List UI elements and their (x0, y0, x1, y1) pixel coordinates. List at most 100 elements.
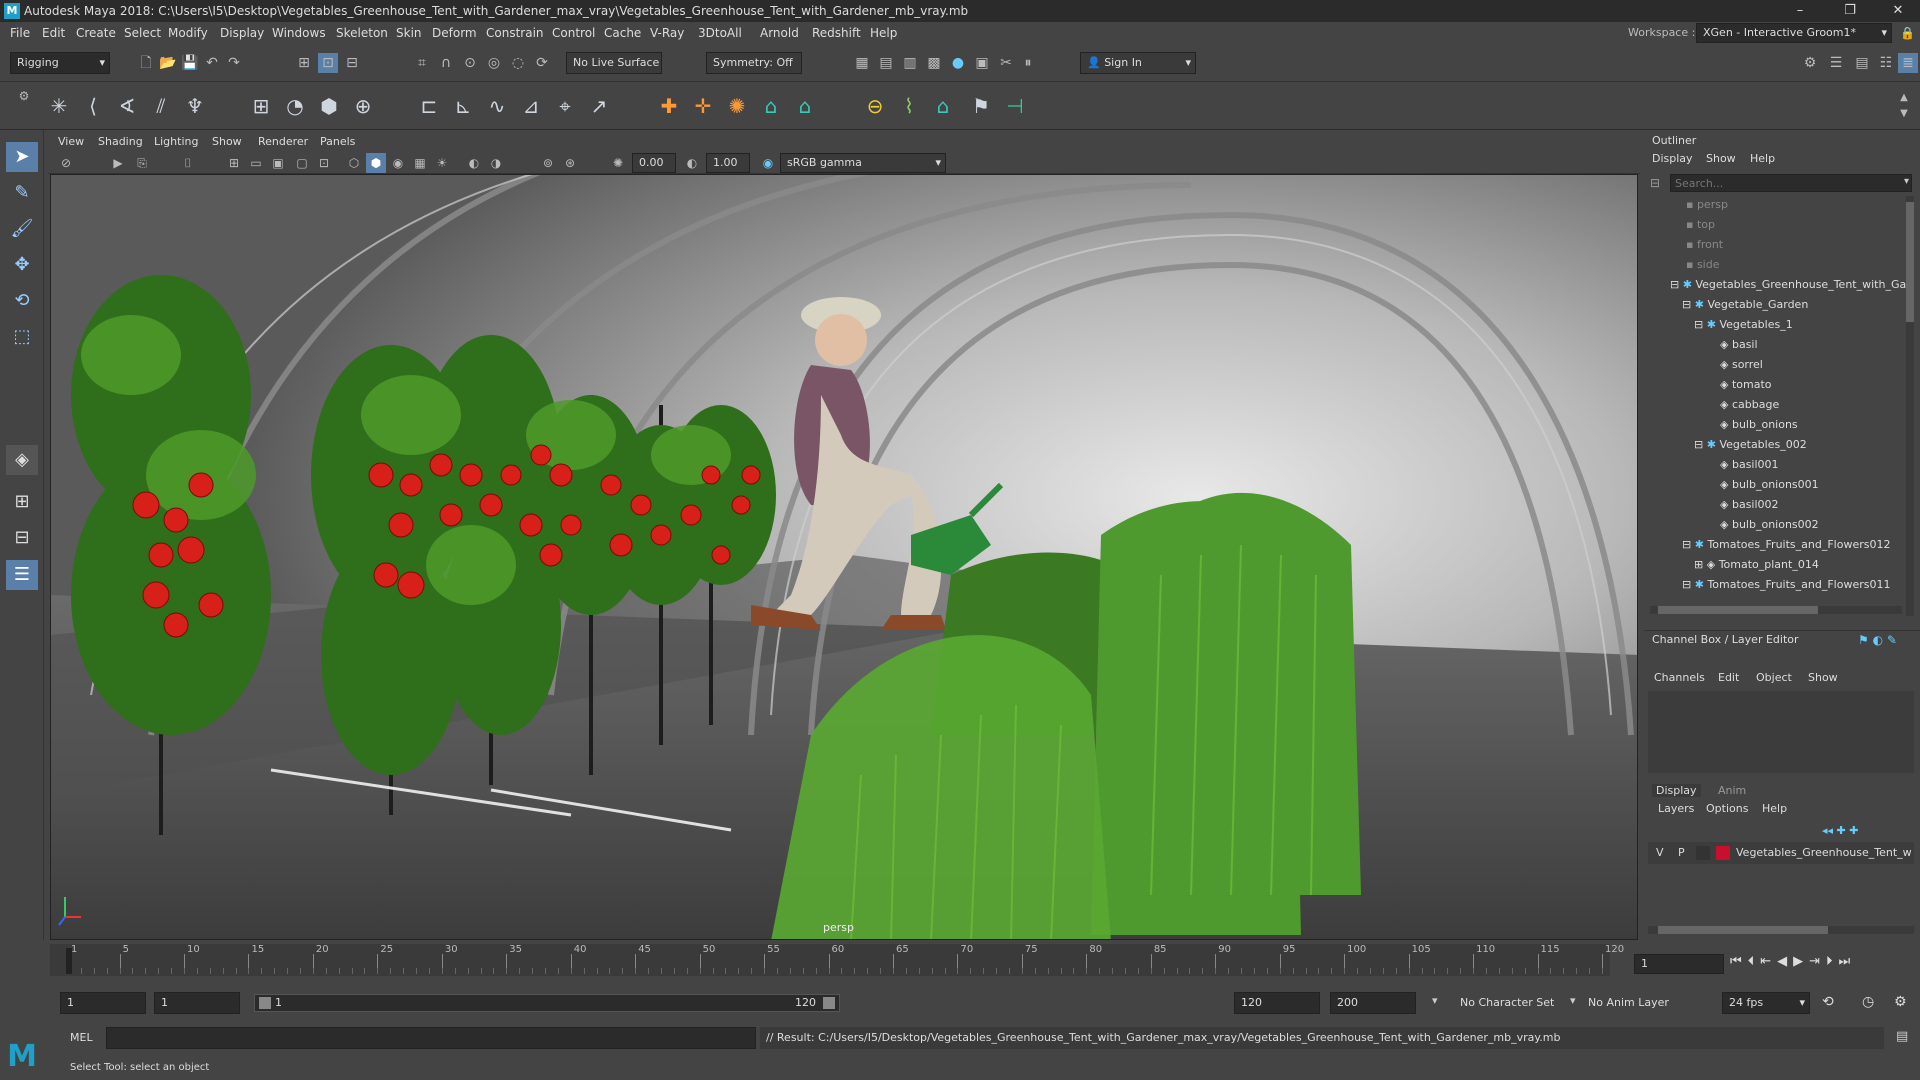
select-hierarchy-icon[interactable]: ⊞ (294, 53, 314, 73)
resolution-gate-icon[interactable]: ▣ (268, 153, 288, 173)
outliner-item[interactable]: ▪ front (1686, 238, 1723, 251)
blend-shape-icon[interactable]: ⊖ (860, 91, 890, 121)
menu-help[interactable]: Help (870, 22, 897, 44)
prev-key-icon[interactable]: ⇤ (1760, 954, 1777, 969)
set-driven-key-icon[interactable]: ⌂ (928, 91, 958, 121)
layer-visibility-toggle[interactable]: V (1656, 846, 1664, 859)
render-settings-icon[interactable]: ▥ (900, 53, 920, 73)
render-view-icon[interactable]: ● (948, 53, 968, 73)
menu-deform[interactable]: Deform (432, 22, 477, 44)
bookmark-icon[interactable]: ⎘ (132, 153, 152, 173)
vp-menu-show[interactable]: Show (212, 132, 242, 152)
menu-create[interactable]: Create (76, 22, 116, 44)
minimize-button[interactable]: – (1780, 0, 1820, 22)
film-gate-icon[interactable]: ▭ (246, 153, 266, 173)
shelf-options-icon[interactable]: ⚙ (14, 86, 34, 106)
tool-settings-icon[interactable]: ▤ (1852, 53, 1872, 73)
next-key-icon[interactable]: ⇥ (1809, 954, 1826, 969)
vp-menu-lighting[interactable]: Lighting (154, 132, 198, 152)
outliner-scrollbar[interactable] (1906, 196, 1914, 616)
parent-constraint-icon[interactable]: ⊏ (414, 91, 444, 121)
layer-menu-help[interactable]: Help (1762, 802, 1787, 815)
snap-curve-icon[interactable]: ∩ (436, 53, 456, 73)
grid-icon[interactable]: ⊞ (224, 153, 244, 173)
xray-icon[interactable]: ⊛ (560, 153, 580, 173)
ipr-render-icon[interactable]: ▤ (876, 53, 896, 73)
menuset-dropdown[interactable]: Rigging ▾ (10, 52, 110, 74)
outliner-item[interactable]: ▪ top (1686, 218, 1715, 231)
shadows-icon[interactable]: ◐ (464, 153, 484, 173)
layer-editor-icon[interactable]: ≣ (1898, 53, 1918, 73)
layer-hscroll-thumb[interactable] (1658, 926, 1828, 934)
layer-color-swatch[interactable] (1716, 846, 1730, 860)
close-button[interactable]: ✕ (1878, 0, 1918, 22)
deformer-b-icon[interactable]: ⌂ (790, 91, 820, 121)
current-time-indicator[interactable] (66, 948, 72, 974)
select-object-icon[interactable]: ⊡ (318, 53, 338, 73)
four-view-layout-icon[interactable]: ⊞ (6, 487, 38, 517)
ik-spline-icon[interactable]: ∢ (112, 91, 142, 121)
layer-actions-icon[interactable]: ◂◂ ✚ ✚ (1822, 824, 1858, 837)
lasso-tool-icon[interactable]: ✎ (6, 178, 38, 208)
outliner-item[interactable]: ⊟ ✱ Vegetables_1 (1694, 318, 1793, 331)
menu-skeleton[interactable]: Skeleton (336, 22, 388, 44)
menu-skin[interactable]: Skin (396, 22, 422, 44)
outliner-item[interactable]: ⊟ ✱ Tomatoes_Fruits_and_Flowers011 (1682, 578, 1890, 591)
shelf-scroll-down-icon[interactable]: ▼ (1894, 104, 1914, 124)
maximize-button[interactable]: ❐ (1830, 0, 1870, 22)
vp-menu-view[interactable]: View (58, 132, 84, 152)
scale-constraint-icon[interactable]: ⊿ (516, 91, 546, 121)
open-scene-icon[interactable]: 📂 (158, 53, 178, 73)
layer-hscrollbar[interactable] (1648, 926, 1914, 934)
wrap-icon[interactable]: ⌇ (894, 91, 924, 121)
wireframe-on-shaded-icon[interactable]: ◉ (388, 153, 408, 173)
channel-box-icon[interactable]: ☷ (1876, 53, 1896, 73)
outliner-item[interactable]: ◈ tomato (1720, 378, 1772, 391)
outliner-menu-help[interactable]: Help (1750, 152, 1775, 165)
select-component-icon[interactable]: ⊟ (342, 53, 362, 73)
anim-layer-dropdown[interactable]: No Anim Layer (1588, 996, 1669, 1009)
undo-icon[interactable]: ↶ (202, 53, 222, 73)
cluster-icon[interactable]: ⊕ (348, 91, 378, 121)
channelbox-menu-show[interactable]: Show (1808, 671, 1838, 684)
menu-3dtoall[interactable]: 3DtoAll (698, 22, 742, 44)
outliner-item[interactable]: ⊟ ✱ Tomatoes_Fruits_and_Flowers012 (1682, 538, 1890, 551)
ik-handle-icon[interactable]: ⟨ (78, 91, 108, 121)
isolate-select-icon[interactable]: ⊚ (538, 153, 558, 173)
outliner-item[interactable]: ◈ bulb_onions002 (1720, 518, 1819, 531)
menu-display[interactable]: Display (220, 22, 264, 44)
menu-constrain[interactable]: Constrain (486, 22, 544, 44)
single-perspective-layout-icon[interactable]: ◈ (6, 445, 38, 475)
select-tool-icon[interactable]: ➤ (6, 142, 38, 172)
outliner-item[interactable]: ⊟ ✱ Vegetables_Greenhouse_Tent_with_Gar (1670, 278, 1911, 291)
deformer-a-icon[interactable]: ⌂ (756, 91, 786, 121)
hold-pose-icon[interactable]: ⊣ (1000, 91, 1030, 121)
anim-layer-chevron-icon[interactable]: ▾ (1570, 994, 1576, 1007)
select-camera-icon[interactable]: ⊘ (56, 153, 76, 173)
layer-playback-toggle[interactable]: P (1678, 846, 1685, 859)
move-tool-icon[interactable]: ✥ (6, 250, 38, 280)
auto-key-icon[interactable]: ◷ (1862, 994, 1874, 1010)
outliner-item[interactable]: ▪ side (1686, 258, 1720, 271)
attribute-editor-icon[interactable]: ☰ (1826, 53, 1846, 73)
snap-grid-icon[interactable]: ⌗ (412, 53, 432, 73)
channelbox-menu-channels[interactable]: Channels (1654, 671, 1705, 684)
save-scene-icon[interactable]: 💾 (180, 53, 200, 73)
outliner-item[interactable]: ◈ basil (1720, 338, 1758, 351)
menu-vray[interactable]: V-Ray (650, 22, 684, 44)
exposure-icon[interactable]: ✺ (608, 153, 628, 173)
signin-dropdown[interactable]: 👤 Sign In ▾ (1080, 52, 1196, 74)
menu-select[interactable]: Select (124, 22, 161, 44)
outliner-item[interactable]: ◈ bulb_onions001 (1720, 478, 1819, 491)
paint-select-tool-icon[interactable]: 🖌 (6, 214, 38, 244)
snap-view-icon[interactable]: ◎ (484, 53, 504, 73)
script-editor-icon[interactable]: ▤ (1896, 1029, 1908, 1044)
perspective-viewport[interactable]: persp (50, 174, 1638, 940)
outliner-menu-show[interactable]: Show (1706, 152, 1736, 165)
layer-tab-anim[interactable]: Anim (1718, 784, 1746, 797)
anim-start-field[interactable]: 1 (60, 992, 146, 1014)
play-forward-icon[interactable]: ▶ (1793, 954, 1809, 969)
outliner-item[interactable]: ⊟ ✱ Vegetable_Garden (1682, 298, 1808, 311)
new-scene-icon[interactable]: 🗋 (136, 53, 156, 73)
vp-menu-panels[interactable]: Panels (320, 132, 355, 152)
